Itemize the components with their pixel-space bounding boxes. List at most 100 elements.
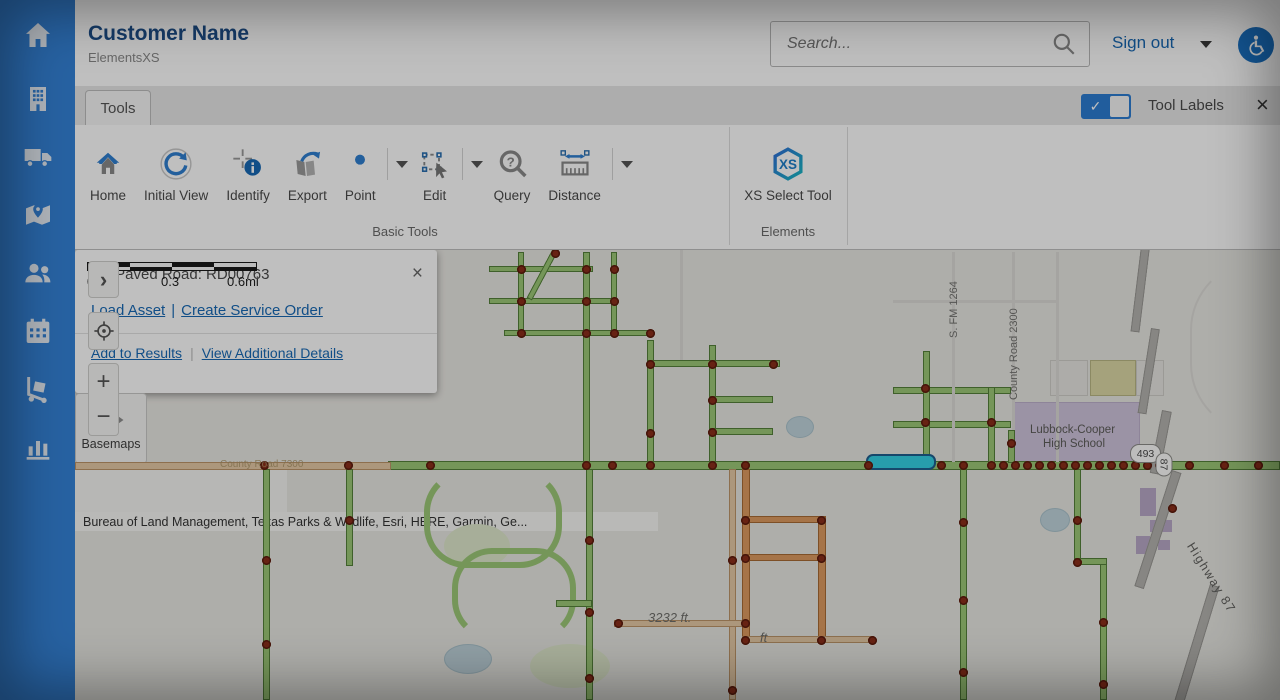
locate-button[interactable] xyxy=(88,312,119,350)
link-separator: | xyxy=(190,345,194,361)
home-tool-button[interactable]: Home xyxy=(81,143,135,203)
toggle-knob xyxy=(1110,96,1129,117)
map-road xyxy=(893,300,1059,303)
popup-close-icon[interactable]: × xyxy=(412,263,423,285)
initial-view-tool-button[interactable]: Initial View xyxy=(135,143,217,203)
map-asset-dot xyxy=(999,461,1008,470)
view-additional-details-link[interactable]: View Additional Details xyxy=(202,345,343,361)
sidebar-item-inventory[interactable] xyxy=(0,360,75,418)
sidebar-item-facilities[interactable] xyxy=(0,70,75,128)
feature-popup: ☆ Paved Road: RD00763 × Load Asset|Creat… xyxy=(75,250,437,393)
toolbar-ribbon: Home Initial View Identify Export Point xyxy=(75,125,1280,250)
tool-labels-toggle[interactable]: ✓ xyxy=(1081,94,1131,119)
map-asset-dot xyxy=(769,360,778,369)
edit-tool-button[interactable]: Edit xyxy=(410,143,460,203)
users-icon xyxy=(22,257,54,289)
map-asset-dot xyxy=(1254,461,1263,470)
map-area xyxy=(444,644,492,674)
sidebar-item-schedule[interactable] xyxy=(0,302,75,360)
map-asset-dot xyxy=(817,636,826,645)
toolbar-group-basic-tools: Home Initial View Identify Export Point xyxy=(81,127,730,245)
selected-road-segment[interactable] xyxy=(866,454,936,470)
svg-text:XS: XS xyxy=(779,157,797,172)
tool-labels-label: Tool Labels xyxy=(1148,97,1224,114)
chevron-down-icon xyxy=(396,161,408,168)
map-asset-dot xyxy=(262,640,271,649)
sidebar-item-map[interactable] xyxy=(0,186,75,244)
map-asset-dot xyxy=(1007,439,1016,448)
home-icon xyxy=(22,19,54,51)
accessibility-button[interactable] xyxy=(1238,27,1274,63)
zoom-out-button[interactable]: − xyxy=(88,399,119,436)
create-service-order-link[interactable]: Create Service Order xyxy=(181,302,323,319)
map-road xyxy=(709,428,773,435)
map-label: High School xyxy=(1043,438,1105,450)
map-asset-dot xyxy=(646,329,655,338)
sidebar-item-home[interactable] xyxy=(0,0,75,70)
map-attribution: Bureau of Land Management, Texas Parks &… xyxy=(75,512,658,531)
map-road xyxy=(729,469,736,700)
map-viewport[interactable]: › + − ☆ Paved Road: RD00763 × Load Asset… xyxy=(75,250,1280,700)
building-icon xyxy=(22,83,54,115)
map-asset-dot xyxy=(614,619,623,628)
map-road xyxy=(586,469,593,700)
map-asset-dot xyxy=(959,461,968,470)
distance-icon xyxy=(557,147,593,181)
edit-dropdown[interactable] xyxy=(462,143,483,185)
calendar-icon xyxy=(22,315,54,347)
map-asset-dot xyxy=(959,596,968,605)
scale-bar: 0 0.3 0.6mi xyxy=(75,464,287,512)
zoom-in-button[interactable]: + xyxy=(88,363,119,400)
chevron-down-icon xyxy=(471,161,483,168)
map-asset-dot xyxy=(1107,461,1116,470)
check-icon: ✓ xyxy=(1082,95,1109,118)
sidebar-item-reports[interactable] xyxy=(0,418,75,476)
map-asset-dot xyxy=(582,265,591,274)
sidebar-item-users[interactable] xyxy=(0,244,75,302)
bar-chart-icon xyxy=(22,431,54,463)
map-road xyxy=(923,351,930,463)
identify-tool-button[interactable]: Identify xyxy=(217,143,279,203)
close-icon[interactable]: × xyxy=(1256,92,1269,118)
map-road xyxy=(556,600,592,607)
toolbar-group-elements: XS XS Select Tool Elements xyxy=(729,127,848,245)
scale-label-mid: 0.3 xyxy=(161,274,179,289)
link-separator: | xyxy=(171,302,175,319)
map-asset-dot xyxy=(987,418,996,427)
query-tool-button[interactable]: ? Query xyxy=(485,143,540,203)
edit-icon xyxy=(419,148,451,180)
map-area xyxy=(786,416,814,438)
map-asset-dot xyxy=(868,636,877,645)
map-asset-dot xyxy=(1059,461,1068,470)
map-asset-dot xyxy=(344,461,353,470)
tab-band: Tools ✓ Tool Labels × xyxy=(75,86,1280,126)
sign-out-link[interactable]: Sign out xyxy=(1112,33,1174,53)
scale-segment xyxy=(130,267,172,271)
map-asset-dot xyxy=(708,396,717,405)
map-road xyxy=(1172,584,1220,700)
point-tool-button[interactable]: Point xyxy=(336,143,385,203)
distance-dropdown[interactable] xyxy=(612,143,633,185)
point-dropdown[interactable] xyxy=(387,143,408,185)
map-area xyxy=(1140,488,1156,516)
distance-tool-button[interactable]: Distance xyxy=(539,143,610,203)
scale-segment xyxy=(214,267,256,271)
home-tool-icon xyxy=(93,149,123,179)
search-icon[interactable] xyxy=(1051,31,1077,57)
map-area xyxy=(1040,508,1070,532)
map-asset-dot xyxy=(921,418,930,427)
panel-expand-button[interactable]: › xyxy=(88,261,119,298)
map-asset-dot xyxy=(1047,461,1056,470)
map-asset-dot xyxy=(262,556,271,565)
export-tool-button[interactable]: Export xyxy=(279,143,336,203)
map-asset-dot xyxy=(741,619,750,628)
map-road xyxy=(489,298,617,304)
tab-tools[interactable]: Tools xyxy=(85,90,151,125)
sidebar-item-fleet[interactable] xyxy=(0,128,75,186)
map-asset-dot xyxy=(582,297,591,306)
search-input[interactable] xyxy=(771,35,1051,53)
xs-select-tool-button[interactable]: XS XS Select Tool xyxy=(735,143,841,203)
map-asset-dot xyxy=(646,429,655,438)
map-label: 3232 ft. xyxy=(648,610,691,625)
sign-out-caret-icon[interactable] xyxy=(1200,41,1212,48)
